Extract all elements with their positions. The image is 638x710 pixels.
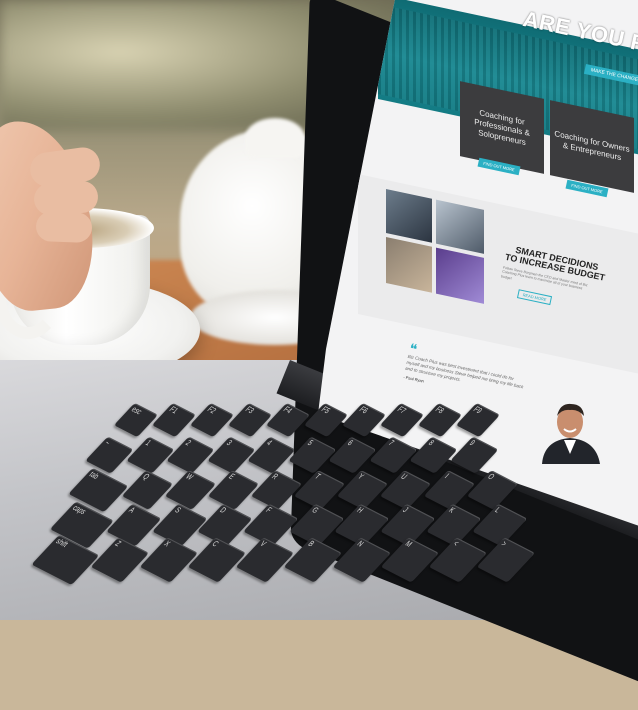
key-f5[interactable]: F5: [303, 402, 349, 438]
collage-photo: [386, 237, 432, 293]
key-f4[interactable]: F4: [265, 402, 311, 438]
collage-photo: [436, 199, 484, 254]
key-v[interactable]: V: [236, 537, 295, 583]
key-1[interactable]: 1: [126, 436, 174, 474]
card-label: Coaching for Professionals & Solopreneur…: [474, 107, 530, 147]
key-z[interactable]: Z: [91, 537, 150, 583]
key-q[interactable]: Q: [121, 470, 173, 510]
key-f1[interactable]: F1: [151, 402, 197, 438]
teapot-lid: [245, 118, 305, 158]
key->[interactable]: >: [477, 537, 536, 583]
key-f[interactable]: F: [243, 503, 299, 547]
key-6[interactable]: 6: [328, 436, 377, 474]
finger: [32, 179, 100, 217]
finger: [35, 211, 93, 243]
key-7[interactable]: 7: [369, 436, 417, 474]
key-5[interactable]: 5: [288, 436, 336, 474]
key-w[interactable]: W: [164, 470, 216, 510]
key-o[interactable]: O: [466, 470, 518, 510]
key-3[interactable]: 3: [207, 436, 255, 474]
photo-collage: [386, 189, 484, 306]
key-s[interactable]: S: [152, 503, 207, 547]
key-f9[interactable]: F9: [455, 402, 501, 438]
key-f7[interactable]: F7: [379, 402, 425, 438]
key-8[interactable]: 8: [409, 436, 458, 474]
key-d[interactable]: D: [197, 503, 253, 547]
key-4[interactable]: 4: [247, 436, 296, 474]
key-r[interactable]: R: [251, 470, 303, 510]
key-esc[interactable]: esc: [113, 402, 159, 438]
collage-photo: [386, 189, 432, 243]
key-c[interactable]: C: [187, 537, 247, 583]
key-f8[interactable]: F8: [417, 402, 463, 438]
key-t[interactable]: T: [294, 470, 346, 510]
card-label: Coaching for Owners & Entrepreneurs: [554, 128, 630, 162]
key-n[interactable]: N: [332, 537, 391, 583]
key-m[interactable]: M: [380, 537, 440, 583]
key-9[interactable]: 9: [450, 436, 499, 474]
key-2[interactable]: 2: [166, 436, 215, 474]
key-f2[interactable]: F2: [189, 402, 235, 438]
key-b[interactable]: B: [284, 537, 343, 583]
testimonial: ❝ Biz Coach Plus was best investment tha…: [403, 342, 527, 404]
key-x[interactable]: X: [139, 537, 198, 583]
key-f3[interactable]: F3: [227, 402, 273, 438]
key-e[interactable]: E: [207, 470, 260, 510]
key-f6[interactable]: F6: [341, 402, 387, 438]
keyboard: esc F1 F2 F3 F4 F5 F6 F7 F8 F9 ~1 2 3 4 5 6 7 8 9 tab Q W E R T Y…: [31, 398, 630, 598]
key-<[interactable]: <: [429, 537, 488, 583]
key-l[interactable]: L: [472, 503, 527, 547]
key-y[interactable]: Y: [337, 470, 389, 510]
collage-photo: [436, 247, 484, 304]
key-i[interactable]: I: [423, 470, 475, 510]
